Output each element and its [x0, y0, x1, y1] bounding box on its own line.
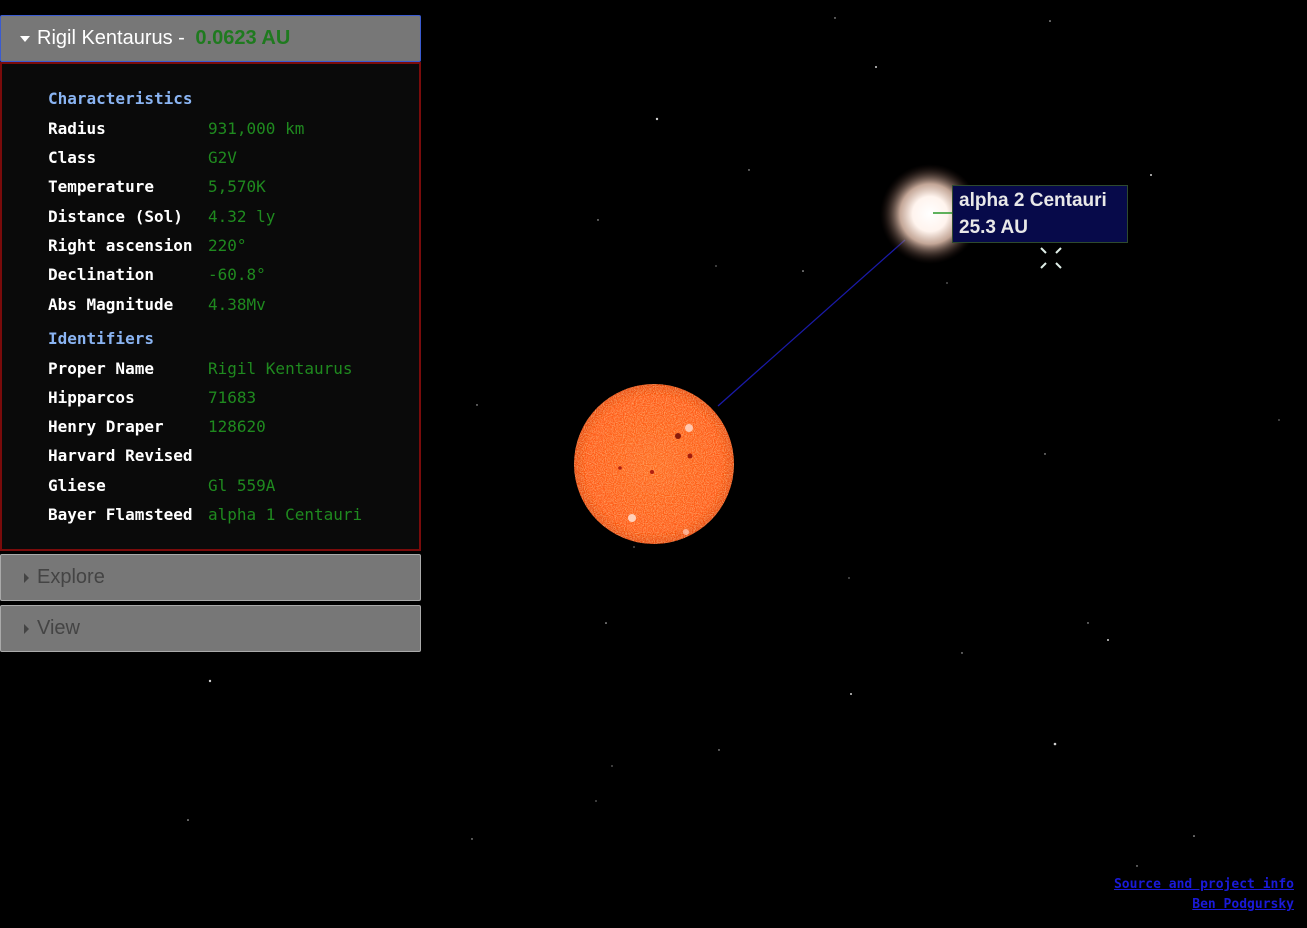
caret-right-icon [24, 572, 29, 583]
view-label: View [37, 617, 80, 639]
rigil-kentaurus-sun[interactable] [574, 384, 734, 544]
explore-label: Explore [37, 566, 105, 588]
row-key: Temperature [48, 177, 154, 196]
row-value: 71683 [208, 388, 257, 407]
row-key: Proper Name [48, 359, 154, 378]
row-key: Class [48, 148, 97, 167]
identifier-row: Henry Draper 128620 [48, 417, 418, 437]
row-value: 931,000 km [208, 119, 305, 138]
row-value: -60.8° [208, 265, 266, 284]
caret-down-icon [20, 35, 30, 42]
characteristic-row: Right ascension 220° [48, 236, 418, 256]
characteristic-row: Abs Magnitude 4.38Mv [48, 295, 418, 315]
star-panel-header[interactable]: Rigil Kentaurus - 0.0623 AU [0, 15, 421, 62]
row-value: Rigil Kentaurus [208, 359, 353, 378]
panel-star-distance: 0.0623 AU [195, 27, 291, 49]
author-link[interactable]: Ben Podgursky [1114, 895, 1294, 915]
characteristic-row: Declination -60.8° [48, 265, 418, 285]
identifiers-title: Identifiers [48, 329, 154, 348]
panel-star-name: Rigil Kentaurus [37, 27, 173, 49]
characteristics-title: Characteristics [48, 89, 193, 108]
identifier-row: Gliese Gl 559A [48, 476, 418, 496]
row-key: Harvard Revised [48, 446, 193, 465]
identifier-row: Bayer Flamsteed alpha 1 Centauri [48, 505, 418, 525]
row-value: 128620 [208, 417, 266, 436]
identifier-row: Hipparcos 71683 [48, 388, 418, 408]
caret-right-icon [24, 623, 29, 634]
row-value: alpha 1 Centauri [208, 505, 363, 524]
crosshair-icon[interactable] [1040, 247, 1062, 269]
view-panel-header[interactable]: View [0, 605, 421, 652]
row-value: G2V [208, 148, 237, 167]
characteristic-row: Distance (Sol) 4.32 ly [48, 207, 418, 227]
row-key: Radius [48, 119, 106, 138]
row-value: 4.32 ly [208, 207, 276, 226]
companion-star-label[interactable]: alpha 2 Centauri 25.3 AU [952, 185, 1128, 243]
row-key: Hipparcos [48, 388, 135, 407]
characteristic-row: Class G2V [48, 148, 418, 168]
identifier-row: Proper Name Rigil Kentaurus [48, 359, 418, 379]
characteristic-row: Temperature 5,570K [48, 177, 418, 197]
identifier-row: Harvard Revised [48, 446, 418, 466]
row-key: Gliese [48, 476, 106, 495]
row-key: Bayer Flamsteed [48, 505, 193, 524]
footer-links: Source and project info Ben Podgursky [1114, 875, 1294, 915]
row-value: Gl 559A [208, 476, 276, 495]
orbit-link-line [717, 239, 906, 407]
companion-star-distance: 25.3 AU [959, 217, 1028, 238]
explore-panel-header[interactable]: Explore [0, 554, 421, 601]
row-value: 5,570K [208, 177, 266, 196]
star-details-panel: Characteristics Radius 931,000 km Class … [0, 62, 421, 551]
row-key: Distance (Sol) [48, 207, 183, 226]
row-value: 220° [208, 236, 247, 255]
row-value: 4.38Mv [208, 295, 266, 314]
row-key: Declination [48, 265, 154, 284]
panel-separator: - [172, 27, 191, 49]
companion-star-name: alpha 2 Centauri [959, 190, 1107, 211]
row-key: Henry Draper [48, 417, 164, 436]
row-key: Abs Magnitude [48, 295, 174, 314]
source-link[interactable]: Source and project info [1114, 875, 1294, 895]
row-key: Right ascension [48, 236, 193, 255]
characteristic-row: Radius 931,000 km [48, 119, 418, 139]
